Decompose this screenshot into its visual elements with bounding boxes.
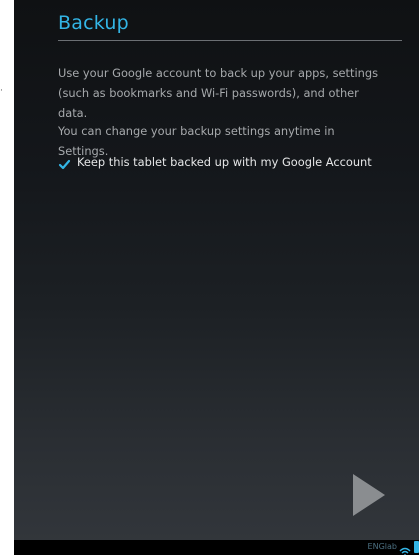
battery-icon <box>414 541 419 553</box>
checkbox-checked-icon[interactable] <box>58 156 71 169</box>
backup-checkbox-row[interactable]: Keep this tablet backed up with my Googl… <box>58 152 372 172</box>
play-arrow-icon <box>353 474 385 516</box>
wifi-icon <box>399 542 411 555</box>
backup-description: Use your Google account to back up your … <box>58 66 379 120</box>
system-status-bar: ENGlab <box>14 540 419 555</box>
page-title: Backup <box>58 12 129 34</box>
next-button[interactable] <box>349 470 389 520</box>
screenshot-frame: · Backup Use your Google account to back… <box>0 0 419 555</box>
title-divider <box>58 40 402 41</box>
carrier-label: ENGlab <box>367 542 397 551</box>
backup-checkbox-label: Keep this tablet backed up with my Googl… <box>77 155 372 169</box>
tablet-screen: Backup Use your Google account to back u… <box>14 0 419 555</box>
margin-mark: · <box>0 86 3 96</box>
